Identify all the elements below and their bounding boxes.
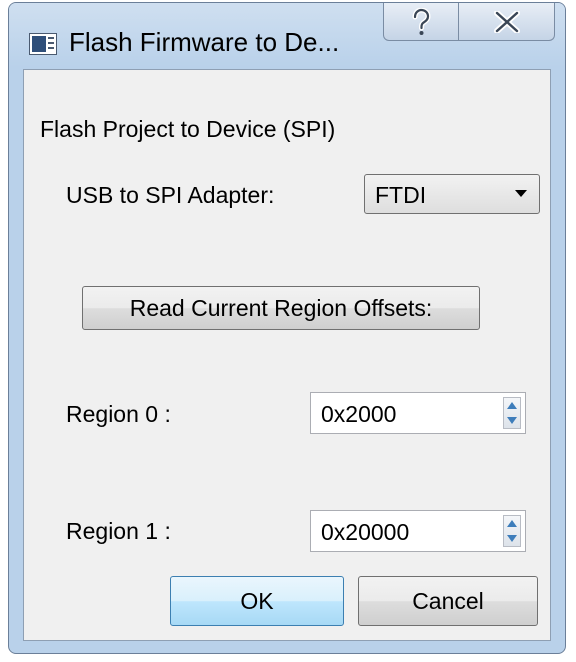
- spin-down-icon[interactable]: [507, 535, 517, 542]
- region1-spinbox[interactable]: 0x20000: [310, 510, 526, 552]
- adapter-dropdown-value: FTDI: [375, 182, 427, 208]
- region0-label: Region 0 :: [66, 401, 171, 427]
- window-title: Flash Firmware to De...: [69, 27, 340, 57]
- close-button[interactable]: [459, 3, 555, 41]
- region1-label: Region 1 :: [66, 518, 171, 544]
- title-bar[interactable]: Flash Firmware to De...: [9, 3, 565, 67]
- dialog-heading: Flash Project to Device (SPI): [40, 116, 336, 142]
- region0-value: 0x2000: [321, 401, 397, 427]
- dialog-client-area: Flash Project to Device (SPI) USB to SPI…: [23, 69, 551, 641]
- ok-button[interactable]: OK: [170, 576, 344, 626]
- adapter-dropdown[interactable]: FTDI: [364, 174, 540, 214]
- window-app-icon: [29, 33, 57, 55]
- help-button[interactable]: [383, 3, 459, 41]
- region0-spinbox[interactable]: 0x2000: [310, 392, 526, 434]
- chevron-down-icon: [515, 190, 527, 197]
- spin-down-icon[interactable]: [507, 417, 517, 424]
- read-region-offsets-button[interactable]: Read Current Region Offsets:: [82, 286, 480, 330]
- close-icon: [493, 10, 520, 33]
- read-region-offsets-label: Read Current Region Offsets:: [129, 294, 433, 321]
- region1-spin-buttons[interactable]: [503, 515, 521, 547]
- help-icon: [412, 7, 431, 35]
- cancel-button-label: Cancel: [412, 587, 484, 614]
- spin-up-icon[interactable]: [507, 402, 517, 409]
- cancel-button[interactable]: Cancel: [358, 576, 538, 626]
- ok-button-label: OK: [240, 587, 274, 614]
- region1-value: 0x20000: [321, 519, 410, 545]
- spin-up-icon[interactable]: [507, 520, 517, 527]
- adapter-label: USB to SPI Adapter:: [66, 182, 275, 208]
- dialog-window: Flash Firmware to De... Flash Project to…: [8, 2, 566, 654]
- region0-spin-buttons[interactable]: [503, 397, 521, 429]
